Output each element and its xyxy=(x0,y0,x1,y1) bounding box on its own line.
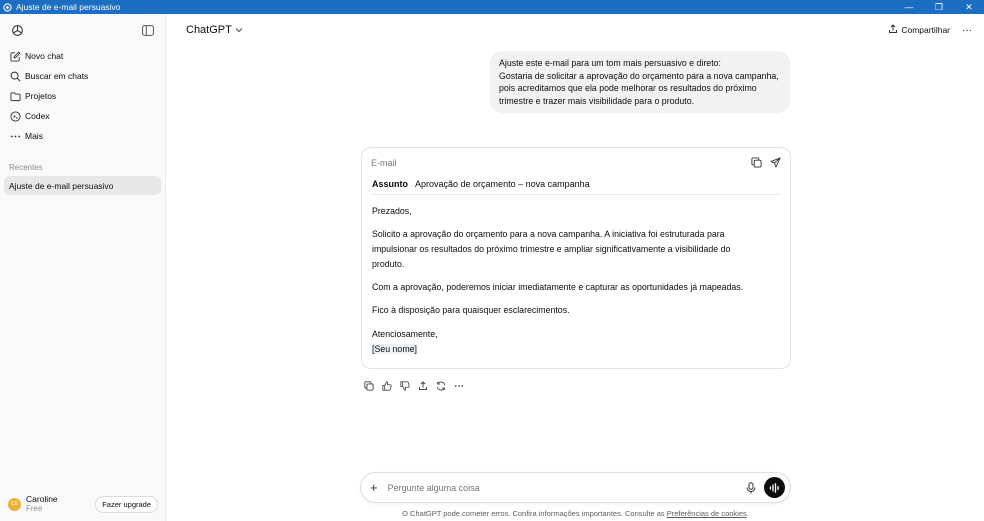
chatgpt-logo-icon xyxy=(2,2,12,12)
sidebar-item-more[interactable]: Mais xyxy=(4,126,161,146)
email-card: E-mail Assunto Aprovação de orçamento – … xyxy=(361,147,791,369)
new-chat-icon xyxy=(9,50,21,62)
maximize-button[interactable]: ❐ xyxy=(924,0,954,14)
minimize-button[interactable]: — xyxy=(894,0,924,14)
sidebar-item-label: Buscar em chats xyxy=(25,71,89,81)
sidebar-item-label: Novo chat xyxy=(25,51,64,61)
sidebar-toggle-icon[interactable] xyxy=(139,21,157,39)
sidebar-item-projects[interactable]: Projetos xyxy=(4,86,161,106)
voice-mode-button[interactable] xyxy=(764,477,785,498)
folder-icon xyxy=(9,90,21,102)
codex-icon xyxy=(9,110,21,122)
chevron-down-icon xyxy=(235,26,243,35)
voice-waveform-icon xyxy=(769,482,779,493)
close-button[interactable]: ✕ xyxy=(954,0,984,14)
sidebar-item-codex[interactable]: Codex xyxy=(4,106,161,126)
copy-icon[interactable] xyxy=(751,157,762,168)
user-plan: Free xyxy=(26,504,43,513)
thumbs-down-icon[interactable] xyxy=(396,379,414,393)
user-profile[interactable]: CE Caroline Free Fazer upgrade xyxy=(0,487,166,521)
search-icon xyxy=(9,70,21,82)
email-closing: Atenciosamente, xyxy=(372,328,438,339)
disclaimer-text: O ChatGPT pode cometer erros. Confira in… xyxy=(402,509,667,518)
message-actions xyxy=(360,379,468,393)
window-titlebar: Ajuste de e-mail persuasivo — ❐ ✕ xyxy=(0,0,984,14)
email-body: Prezados, Solicito a aprovação do orçame… xyxy=(362,195,790,356)
email-line: produto. xyxy=(372,258,405,269)
user-info: Caroline Free xyxy=(26,494,95,514)
model-selector[interactable]: ChatGPT xyxy=(186,24,243,36)
prompt-input[interactable] xyxy=(387,482,746,493)
email-line: impulsionar os resultados do próximo tri… xyxy=(372,244,731,255)
user-message-line: Gostaria de solicitar a aprovação do orç… xyxy=(499,70,779,81)
signature-placeholder: [Seu nome] xyxy=(372,343,417,354)
sidebar-top xyxy=(0,14,165,46)
add-attachment-button[interactable]: + xyxy=(370,480,378,495)
send-icon[interactable] xyxy=(770,157,781,168)
email-paragraph: Fico à disposição para quaisquer esclare… xyxy=(372,305,570,316)
email-card-actions xyxy=(743,157,781,168)
regenerate-icon[interactable] xyxy=(432,379,450,393)
more-options-button[interactable]: ··· xyxy=(962,25,972,36)
avatar[interactable]: CE xyxy=(8,497,21,511)
cookie-preferences-link[interactable]: Preferências de cookies xyxy=(667,509,747,518)
email-greeting: Prezados, xyxy=(372,206,412,216)
share-icon xyxy=(888,24,898,36)
header-actions: Compartilhar ··· xyxy=(888,24,972,36)
user-name: Caroline xyxy=(26,494,58,504)
subject-text: Aprovação de orçamento – nova campanha xyxy=(415,179,590,189)
share-icon[interactable] xyxy=(414,379,432,393)
share-button[interactable]: Compartilhar xyxy=(888,24,950,36)
thumbs-up-icon[interactable] xyxy=(378,379,396,393)
subject-label: Assunto xyxy=(372,179,408,189)
email-paragraph: Com a aprovação, poderemos iniciar imedi… xyxy=(372,282,744,293)
microphone-icon[interactable] xyxy=(746,481,756,494)
share-label: Compartilhar xyxy=(901,25,950,35)
user-message-line: trimestre e trazer mais visibilidade par… xyxy=(499,95,695,106)
main-header: ChatGPT Compartilhar ··· xyxy=(167,14,984,46)
disclaimer: O ChatGPT pode cometer erros. Confira in… xyxy=(167,509,984,518)
more-options-icon[interactable] xyxy=(450,379,468,393)
recent-chat-item[interactable]: Ajuste de e-mail persuasivo xyxy=(4,176,161,195)
sidebar-item-label: Projetos xyxy=(25,91,57,101)
sidebar-item-new-chat[interactable]: Novo chat xyxy=(4,46,161,66)
user-message-line: Ajuste este e-mail para um tom mais pers… xyxy=(499,58,721,68)
openai-logo-icon[interactable] xyxy=(8,21,26,39)
sidebar: Novo chat Buscar em chats Projetos Codex… xyxy=(0,14,166,521)
model-name: ChatGPT xyxy=(186,24,232,36)
email-paragraph: Solicito a aprovação do orçamento para a… xyxy=(372,227,780,271)
user-message-bubble: Ajuste este e-mail para um tom mais pers… xyxy=(490,51,790,113)
user-message-line: pois acreditamos que ela pode melhorar o… xyxy=(499,83,757,93)
more-icon xyxy=(9,130,21,142)
email-card-header: E-mail xyxy=(362,148,790,177)
recent-section-title: Recentes xyxy=(9,162,43,172)
copy-icon[interactable] xyxy=(360,379,378,393)
upgrade-button[interactable]: Fazer upgrade xyxy=(95,495,158,513)
main-area: ChatGPT Compartilhar ··· Ajuste este e-m… xyxy=(167,14,984,521)
email-subject-row: Assunto Aprovação de orçamento – nova ca… xyxy=(372,177,780,195)
disclaimer-end: . xyxy=(746,509,749,518)
composer: + xyxy=(360,472,791,503)
sidebar-item-search[interactable]: Buscar em chats xyxy=(4,66,161,86)
email-line: Solicito a aprovação do orçamento para a… xyxy=(372,229,725,240)
window-title: Ajuste de e-mail persuasivo xyxy=(16,2,121,12)
email-signature: [Seu nome] xyxy=(372,342,780,357)
sidebar-item-label: Mais xyxy=(25,131,43,141)
sidebar-item-label: Codex xyxy=(25,111,50,121)
email-card-label: E-mail xyxy=(371,157,397,168)
